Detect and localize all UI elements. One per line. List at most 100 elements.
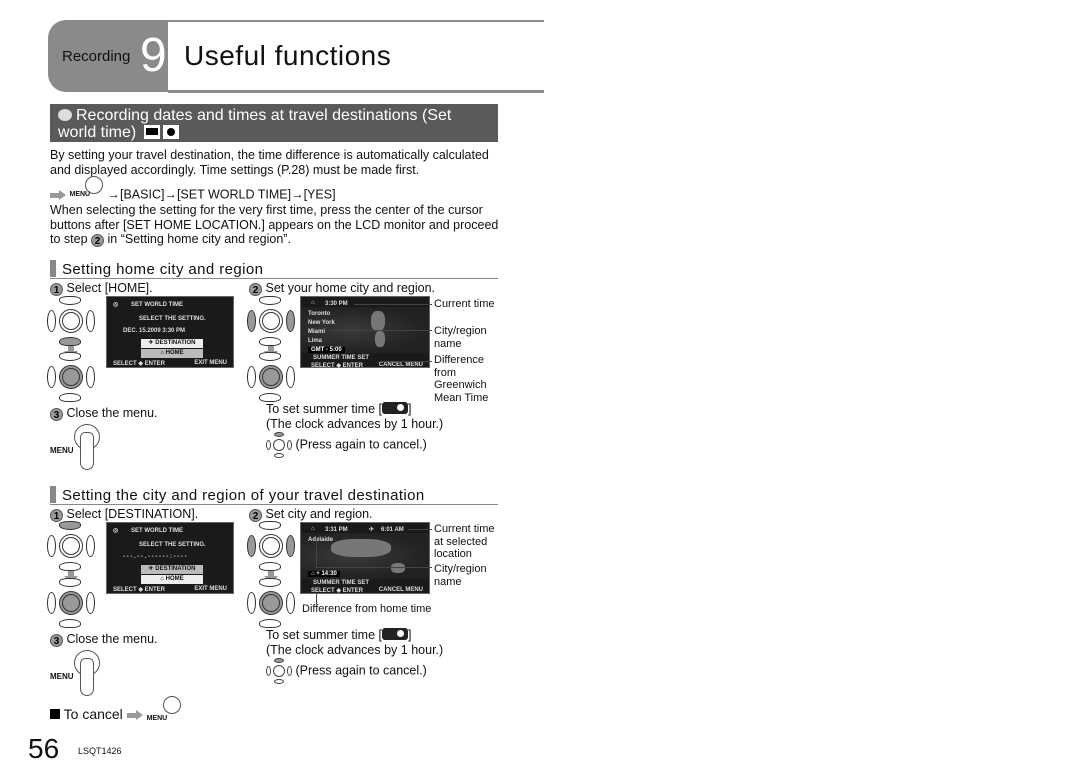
menu-label: MENU bbox=[50, 446, 74, 455]
annotation-current-time-destination: Current time at selected location bbox=[434, 523, 495, 560]
menu-button-icon: MENU bbox=[69, 176, 107, 202]
leader-line bbox=[380, 361, 432, 362]
dest-step3-label: 3 Close the menu. bbox=[50, 632, 158, 647]
subsection-heading-home: Setting home city and region bbox=[50, 260, 498, 279]
summer-clock-note: (The clock advances by 1 hour.) bbox=[266, 642, 444, 657]
bullet-square-icon bbox=[50, 709, 60, 719]
step-2-badge: 2 bbox=[91, 234, 105, 247]
lcd-current-time: 3:30 PM bbox=[325, 301, 348, 307]
lcd-screen-select-destination: ◎ SET WORLD TIME SELECT THE SETTING. - -… bbox=[106, 522, 234, 594]
menu-label: MENU bbox=[146, 715, 168, 722]
step-text: Close the menu. bbox=[66, 406, 158, 420]
header-rule-top bbox=[168, 20, 544, 22]
cursor-pad-center bbox=[246, 578, 296, 628]
chapter-number: 9 bbox=[140, 29, 167, 82]
lcd-option-home: ⌂ HOME bbox=[141, 349, 203, 358]
step-2-badge: 2 bbox=[249, 283, 262, 296]
step-3-badge: 3 bbox=[50, 408, 63, 421]
first-time-note: When selecting the setting for the very … bbox=[50, 203, 500, 247]
heading-bar bbox=[50, 486, 56, 503]
hand-icon bbox=[80, 432, 94, 470]
menu-button-icon: MENU bbox=[146, 696, 185, 722]
lcd-datetime: - - - . - - . - - - - - - : - - - - bbox=[123, 554, 187, 560]
section-banner-title: Recording dates and times at travel dest… bbox=[58, 107, 452, 141]
lcd-city: Lima bbox=[308, 338, 323, 344]
lcd-title: SET WORLD TIME bbox=[131, 528, 183, 534]
lcd-globe-icon: ◎ bbox=[113, 302, 119, 308]
step-text: Select [DESTINATION]. bbox=[66, 507, 199, 521]
step-3-badge: 3 bbox=[50, 634, 63, 647]
hand-icon bbox=[80, 658, 94, 696]
summer-cancel-note: (Press again to cancel.) bbox=[266, 658, 427, 684]
cursor-up-icon bbox=[266, 432, 292, 458]
cursor-pad-left-right bbox=[246, 296, 296, 346]
step-text: Set your home city and region. bbox=[265, 281, 436, 295]
page-number: 56 bbox=[28, 733, 60, 764]
summer-time-note: To set summer time [] (The clock advance… bbox=[266, 402, 443, 431]
lcd-screen-destination-city: ⌂ 3:31 PM ✈ 6:01 AM Adelaide ⌂ + 14:30 S… bbox=[300, 522, 430, 594]
step-text: Select [HOME]. bbox=[66, 281, 153, 295]
heading-text: Setting the city and region of your trav… bbox=[62, 487, 425, 504]
lcd-title: SET WORLD TIME bbox=[131, 302, 183, 308]
lcd-footer-right: CANCEL MENU bbox=[378, 587, 423, 593]
lcd-prompt: SELECT THE SETTING. bbox=[139, 316, 206, 322]
leader-line bbox=[408, 529, 432, 530]
home-step3-label: 3 Close the menu. bbox=[50, 406, 158, 421]
lcd-home-time: 3:31 PM bbox=[325, 527, 348, 533]
cursor-up-icon bbox=[266, 658, 292, 684]
lcd-option-home: ⌂ HOME bbox=[141, 575, 203, 584]
annotation-current-time: Current time bbox=[434, 298, 495, 310]
cursor-pad-center bbox=[46, 578, 96, 628]
lcd-footer-right: EXIT MENU bbox=[194, 586, 227, 592]
step-text: Close the menu. bbox=[66, 632, 158, 646]
section-banner: Recording dates and times at travel dest… bbox=[50, 104, 498, 142]
world-time-icon bbox=[58, 109, 72, 121]
arrow-right-icon bbox=[126, 710, 143, 721]
lcd-footer-left: SELECT ◆ ENTER bbox=[113, 361, 165, 367]
lcd-option-destination: ✈ DESTINATION bbox=[141, 339, 203, 348]
lcd-footer-right: CANCEL MENU bbox=[378, 362, 423, 368]
summer-time-icon bbox=[382, 628, 408, 640]
lcd-city-selected: Adelaide bbox=[308, 537, 334, 543]
cursor-pad bbox=[46, 296, 96, 346]
chapter-tab: Recording 9 bbox=[48, 20, 168, 92]
header-rule-bottom bbox=[168, 90, 544, 93]
lcd-footer-right: EXIT MENU bbox=[194, 360, 227, 366]
summer-time-note: To set summer time [] (The clock advance… bbox=[266, 628, 443, 657]
menu-path-line: MENU →[BASIC]→[SET WORLD TIME]→[YES] bbox=[50, 176, 500, 202]
lcd-footer-left: SELECT ◆ ENTER bbox=[113, 587, 165, 593]
cancel-label: To cancel bbox=[63, 706, 123, 722]
heading-bar bbox=[50, 260, 56, 277]
page-title: Useful functions bbox=[184, 40, 392, 71]
lcd-prompt: SELECT THE SETTING. bbox=[139, 542, 206, 548]
document-code: LSQT1426 bbox=[78, 746, 122, 756]
step-text: Set city and region. bbox=[265, 507, 373, 521]
lcd-city-selected: Miami bbox=[308, 329, 326, 335]
menu-press-icon: MENU bbox=[50, 424, 110, 474]
lcd-footer-left: SELECT ◆ ENTER bbox=[311, 363, 363, 369]
leader-line bbox=[316, 567, 432, 568]
annotation-city-name: City/region name bbox=[434, 325, 487, 350]
summer-text: To set summer time [ bbox=[266, 628, 382, 642]
summer-clock-note: (The clock advances by 1 hour.) bbox=[266, 416, 444, 431]
cursor-pad-left-right bbox=[246, 521, 296, 571]
home-step1-label: 1 Select [HOME]. bbox=[50, 281, 153, 296]
lcd-home-difference: ⌂ + 14:30 bbox=[308, 571, 340, 577]
lcd-screen-home-city: ⌂ 3:30 PM Toronto New York Miami Lima GM… bbox=[300, 296, 430, 369]
menu-press-icon: MENU bbox=[50, 650, 110, 700]
lcd-home-icon: ⌂ bbox=[311, 300, 315, 306]
lcd-summer-time: SUMMER TIME SET bbox=[313, 355, 370, 361]
lcd-destination-time: 6:01 AM bbox=[381, 527, 404, 533]
annotation-city-name: City/region name bbox=[434, 563, 487, 588]
summer-cancel-text: (Press again to cancel.) bbox=[295, 437, 427, 452]
annotation-gmt-difference: Difference from Greenwich Mean Time bbox=[434, 354, 489, 404]
summer-cancel-text: (Press again to cancel.) bbox=[295, 663, 427, 678]
annotation-home-difference: Difference from home time bbox=[302, 603, 432, 615]
note-text-end: in “Setting home city and region”. bbox=[107, 232, 291, 246]
dest-step2-label: 2 Set city and region. bbox=[249, 507, 373, 522]
lcd-footer-left: SELECT ◆ ENTER bbox=[311, 588, 363, 594]
lcd-plane-icon: ✈ bbox=[369, 527, 375, 533]
lcd-home-icon: ⌂ bbox=[311, 526, 315, 532]
cursor-pad-up bbox=[46, 521, 96, 571]
lcd-screen-select-home: ◎ SET WORLD TIME SELECT THE SETTING. DEC… bbox=[106, 296, 234, 368]
